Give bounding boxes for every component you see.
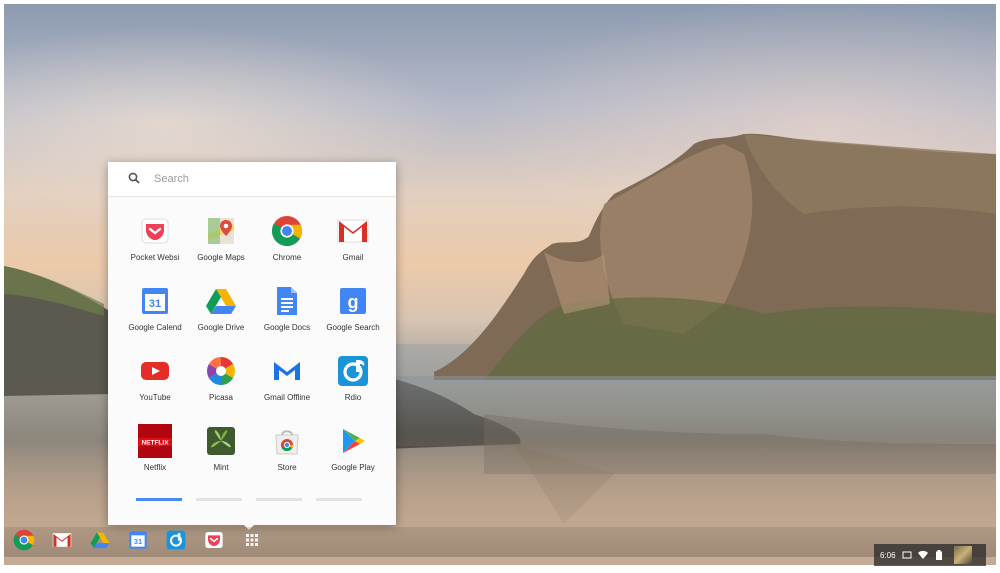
- drive-icon: [204, 284, 238, 318]
- app-store[interactable]: Store: [254, 420, 320, 490]
- google-search-icon: g: [336, 284, 370, 318]
- shelf-rdio[interactable]: [164, 530, 188, 554]
- app-google-maps[interactable]: Google Maps: [188, 210, 254, 280]
- drive-icon: [90, 531, 110, 554]
- rdio-icon: [166, 530, 186, 555]
- mint-icon: [204, 424, 238, 458]
- launcher-search-bar: [108, 162, 396, 197]
- app-google-calendar[interactable]: 31 Google Calend: [122, 280, 188, 350]
- wifi-icon: [917, 550, 928, 560]
- app-gmail-offline[interactable]: Gmail Offline: [254, 350, 320, 420]
- svg-text:31: 31: [149, 298, 161, 310]
- shelf-drive[interactable]: [88, 530, 112, 554]
- rdio-icon: [336, 354, 370, 388]
- chrome-icon: [270, 214, 304, 248]
- gmail-icon: [52, 532, 72, 553]
- app-label: Google Search: [326, 323, 380, 332]
- app-google-search[interactable]: g Google Search: [320, 280, 386, 350]
- shelf-gmail[interactable]: [50, 530, 74, 554]
- app-label: Google Drive: [197, 323, 245, 332]
- app-label: Gmail Offline: [263, 393, 311, 402]
- app-chrome[interactable]: Chrome: [254, 210, 320, 280]
- app-label: Pocket Websi: [130, 253, 180, 262]
- page-1-indicator[interactable]: [136, 498, 182, 501]
- app-launcher-icon: [246, 533, 258, 551]
- app-mint[interactable]: Mint: [188, 420, 254, 490]
- app-label: Google Calend: [128, 323, 182, 332]
- app-google-play[interactable]: Google Play: [320, 420, 386, 490]
- netflix-icon: NETFLIX: [138, 424, 172, 458]
- calendar-icon: 31: [138, 284, 172, 318]
- cast-icon: [902, 550, 912, 560]
- svg-text:g: g: [348, 292, 359, 312]
- chrome-icon: [13, 529, 35, 556]
- app-google-drive[interactable]: Google Drive: [188, 280, 254, 350]
- maps-icon: [204, 214, 238, 248]
- avatar[interactable]: [953, 546, 972, 564]
- app-google-docs[interactable]: Google Docs: [254, 280, 320, 350]
- app-netflix[interactable]: NETFLIX Netflix: [122, 420, 188, 490]
- app-label: Google Docs: [263, 323, 311, 332]
- clock: 6:06: [880, 550, 896, 560]
- app-label: Store: [277, 463, 297, 472]
- calendar-icon: 31: [128, 530, 148, 555]
- gmail-offline-icon: [270, 354, 304, 388]
- search-icon: [126, 170, 144, 188]
- store-icon: [270, 424, 304, 458]
- app-picasa[interactable]: Picasa: [188, 350, 254, 420]
- app-grid: Pocket Websi Google Maps Chrome Gmail 31: [122, 210, 384, 490]
- app-gmail[interactable]: Gmail: [320, 210, 386, 280]
- app-label: Picasa: [208, 393, 233, 402]
- app-label: Gmail: [342, 253, 364, 262]
- shelf-chrome[interactable]: [12, 529, 36, 556]
- launcher-search-input[interactable]: [154, 173, 354, 185]
- status-tray[interactable]: 6:06: [874, 544, 986, 566]
- app-launcher-button[interactable]: [240, 530, 264, 554]
- page-4-indicator[interactable]: [316, 498, 362, 501]
- app-label: Rdio: [344, 393, 362, 402]
- picasa-icon: [204, 354, 238, 388]
- gmail-icon: [336, 214, 370, 248]
- battery-icon: [934, 550, 944, 560]
- shelf: 31: [4, 527, 996, 557]
- app-youtube[interactable]: YouTube: [122, 350, 188, 420]
- svg-text:NETFLIX: NETFLIX: [141, 440, 169, 447]
- app-launcher-panel: Pocket Websi Google Maps Chrome Gmail 31: [108, 162, 396, 525]
- app-pocket[interactable]: Pocket Websi: [122, 210, 188, 280]
- pocket-icon: [204, 530, 224, 555]
- app-label: Google Play: [331, 463, 375, 472]
- app-label: Netflix: [143, 463, 167, 472]
- shelf-pocket[interactable]: [202, 530, 226, 554]
- svg-text:31: 31: [134, 537, 142, 546]
- app-label: YouTube: [139, 393, 171, 402]
- page-indicator: [136, 498, 362, 501]
- google-play-icon: [336, 424, 370, 458]
- docs-icon: [270, 284, 304, 318]
- youtube-icon: [138, 354, 172, 388]
- page-2-indicator[interactable]: [196, 498, 242, 501]
- page-3-indicator[interactable]: [256, 498, 302, 501]
- app-label: Chrome: [272, 253, 302, 262]
- app-label: Google Maps: [197, 253, 245, 262]
- app-rdio[interactable]: Rdio: [320, 350, 386, 420]
- shelf-calendar[interactable]: 31: [126, 530, 150, 554]
- pocket-icon: [138, 214, 172, 248]
- app-label: Mint: [213, 463, 229, 472]
